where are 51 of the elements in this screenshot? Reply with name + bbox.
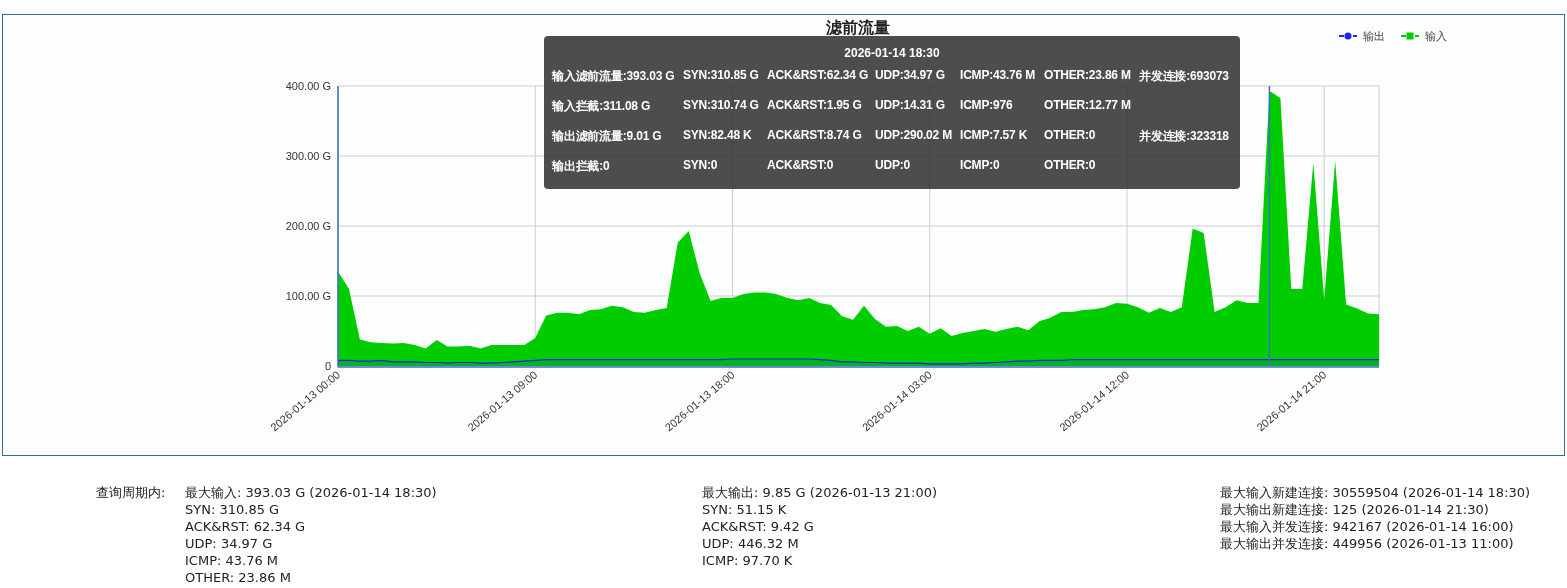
summary-line: 最大输入: 393.03 G (2026-01-14 18:30) (185, 484, 437, 501)
tooltip-value: 输入滤前流量:393.03 G (552, 68, 676, 85)
tooltip-value: 并发连接:693073 (1139, 68, 1230, 85)
tooltip-value: ICMP:976 (960, 98, 1014, 114)
tooltip-value: OTHER:12.77 M (1044, 98, 1132, 114)
y-axis-label: 100.00 G (285, 290, 331, 302)
y-axis-label: 400.00 G (285, 80, 331, 92)
chart-title: 滤前流量 (826, 19, 890, 36)
summary-line: 最大输出并发连接: 449956 (2026-01-13 11:00) (1220, 535, 1514, 552)
tooltip-value: SYN:0 (683, 158, 719, 174)
y-axis-label: 300.00 G (285, 150, 331, 162)
tooltip-value: ACK&RST:8.74 G (767, 128, 863, 144)
tooltip-value: ICMP:7.57 K (960, 128, 1029, 144)
tooltip-value: ICMP:43.76 M (960, 68, 1036, 84)
legend-label[interactable]: 输出 (1363, 30, 1385, 42)
tooltip-value: SYN:310.74 G (683, 98, 760, 114)
summary-line: UDP: 34.97 G (185, 535, 273, 552)
summary-line: 最大输出: 9.85 G (2026-01-13 21:00) (702, 484, 938, 501)
summary-line: UDP: 446.32 M (702, 535, 799, 552)
tooltip-value: OTHER:0 (1044, 158, 1097, 174)
tooltip-value: UDP:290.02 M (875, 128, 953, 144)
tooltip-value: ACK&RST:1.95 G (767, 98, 863, 114)
tooltip-value: 输出拦截:0 (552, 158, 611, 175)
tooltip-value: ICMP:0 (960, 158, 1001, 174)
summary-line: ACK&RST: 9.42 G (702, 518, 814, 535)
tooltip-value: 输出滤前流量:9.01 G (552, 128, 663, 145)
tooltip-title: 2026-01-14 18:30 (844, 46, 940, 60)
legend-label[interactable]: 输入 (1425, 30, 1447, 42)
tooltip-value: OTHER:23.86 M (1044, 68, 1132, 84)
summary-line: SYN: 51.15 K (702, 501, 787, 518)
summary-line: ICMP: 97.70 K (702, 552, 793, 569)
summary-line: ICMP: 43.76 M (185, 552, 279, 569)
summary-line: SYN: 310.85 G (185, 501, 280, 518)
tooltip-value: UDP:0 (875, 158, 911, 174)
tooltip-value: SYN:82.48 K (683, 128, 753, 144)
tooltip-value: 并发连接:323318 (1139, 128, 1230, 145)
tooltip-value: UDP:14.31 G (875, 98, 946, 114)
summary-line: ACK&RST: 62.34 G (185, 518, 306, 535)
tooltip-value: ACK&RST:62.34 G (767, 68, 870, 84)
y-axis-label: 0 (324, 360, 331, 372)
tooltip-value: ACK&RST:0 (767, 158, 835, 174)
tooltip-value: OTHER:0 (1044, 128, 1097, 144)
summary-line: OTHER: 23.86 M (185, 569, 291, 586)
summary-line: 最大输出新建连接: 125 (2026-01-14 21:30) (1220, 501, 1489, 518)
tooltip-value: 输入拦截:311.08 G (552, 98, 652, 115)
period-label: 查询周期内: (96, 484, 167, 502)
tooltip-value: UDP:34.97 G (875, 68, 946, 84)
y-axis-label: 200.00 G (285, 220, 331, 232)
tooltip-value: SYN:310.85 G (683, 68, 760, 84)
summary-line: 最大输入并发连接: 942167 (2026-01-14 16:00) (1220, 518, 1514, 535)
summary-line: 最大输入新建连接: 30559504 (2026-01-14 18:30) (1220, 484, 1531, 501)
